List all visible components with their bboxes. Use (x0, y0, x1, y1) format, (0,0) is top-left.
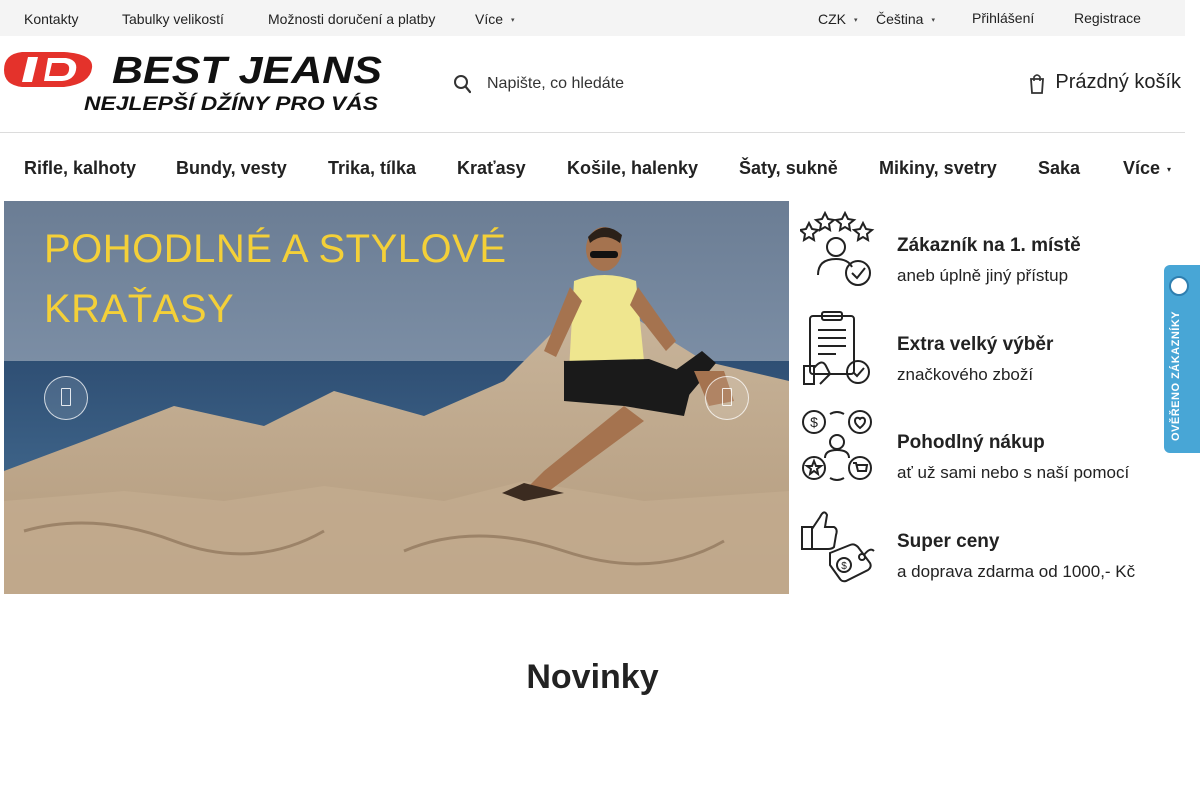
benefit-subtitle: značkového zboží (897, 365, 1034, 384)
benefit-subtitle: a doprava zdarma od 1000,- Kč (897, 562, 1136, 581)
carousel-next-button[interactable] (705, 376, 749, 420)
site-header: BEST JEANS NEJLEPŠÍ DŽÍNY PRO VÁS Napišt… (0, 36, 1185, 133)
verified-by-customers-tab[interactable]: OVĚŘENO ZÁKAZNÍKY (1164, 265, 1200, 453)
topbar-link-delivery-payment[interactable]: Možnosti doručení a platby (268, 11, 435, 27)
search-bar[interactable]: Napište, co hledáte (453, 70, 624, 98)
benefit-title: Pohodlný nákup (897, 432, 1045, 453)
nav-item-shorts[interactable]: Kraťasy (457, 158, 526, 179)
language-selector[interactable]: Čeština ▾ (876, 11, 935, 27)
benefit-title: Extra velký výběr (897, 334, 1054, 355)
shopping-support-icon: $ (802, 410, 872, 481)
chevron-down-icon: ▾ (511, 17, 515, 25)
nav-item-blazers[interactable]: Saka (1038, 158, 1080, 179)
hero-headline-line1: POHODLNÉ A STYLOVÉ (44, 227, 507, 271)
hero-banner[interactable]: POHODLNÉ A STYLOVÉ KRAŤASY (4, 201, 789, 594)
nav-item-jackets[interactable]: Bundy, vesty (176, 158, 287, 179)
chevron-down-icon: ▾ (854, 17, 858, 25)
currency-label: CZK (818, 11, 846, 27)
carousel-prev-button[interactable] (44, 376, 88, 420)
search-icon[interactable] (453, 73, 471, 95)
benefit-super-prices: $ Super ceny a doprava zdarma od 1000,- … (800, 507, 1180, 587)
cart-label: Prázdný košík (1055, 71, 1181, 93)
benefit-wide-selection: Extra velký výběr značkového zboží (800, 310, 1180, 390)
login-link[interactable]: Přihlášení (972, 10, 1034, 26)
top-utility-bar: Kontakty Tabulky velikostí Možnosti doru… (0, 0, 1185, 36)
benefit-customer-first: Zákazník na 1. místě aneb úplně jiný pří… (800, 211, 1180, 291)
benefit-title: Super ceny (897, 531, 1000, 552)
benefit-title: Zákazník na 1. místě (897, 235, 1081, 256)
nav-item-jeans[interactable]: Rifle, kalhoty (24, 158, 136, 179)
svg-text:$: $ (810, 414, 818, 430)
search-input[interactable]: Napište, co hledáte (487, 75, 624, 93)
language-label: Čeština (876, 11, 924, 27)
benefit-subtitle: aneb úplně jiný přístup (897, 266, 1069, 285)
chevron-left-icon (61, 388, 71, 406)
verified-label: OVĚŘENO ZÁKAZNÍKY (1170, 310, 1182, 441)
benefit-subtitle: ať už sami nebo s naší pomocí (897, 463, 1130, 482)
nav-item-more[interactable]: Více ▾ (1123, 158, 1171, 179)
customer-rating-icon (800, 211, 875, 286)
nav-item-dresses[interactable]: Šaty, sukně (739, 158, 838, 179)
cart-icon (1030, 73, 1045, 94)
topbar-more-label: Více (475, 11, 504, 27)
section-title-new-arrivals: Novinky (526, 658, 659, 696)
price-tag-icon: $ (801, 511, 875, 583)
hero-headline-line2: KRAŤASY (44, 287, 235, 331)
chevron-right-icon (722, 388, 732, 406)
main-navigation: Rifle, kalhoty Bundy, vesty Trika, tílka… (0, 134, 1185, 200)
register-link[interactable]: Registrace (1074, 10, 1141, 26)
topbar-link-size-tables[interactable]: Tabulky velikostí (122, 11, 224, 27)
currency-selector[interactable]: CZK ▾ (818, 11, 858, 27)
clipboard-check-icon (803, 311, 870, 385)
svg-text:$: $ (841, 561, 847, 572)
nav-item-tshirts[interactable]: Trika, tílka (328, 158, 416, 179)
logo-brand-text: BEST JEANS (112, 50, 382, 92)
nav-item-shirts[interactable]: Košile, halenky (567, 158, 698, 179)
hero-headline: POHODLNÉ A STYLOVÉ KRAŤASY (44, 219, 507, 339)
verified-badge-icon (1169, 276, 1189, 296)
chevron-down-icon: ▾ (1167, 164, 1172, 174)
cart-button[interactable]: Prázdný košík (1029, 71, 1181, 94)
benefit-comfortable-shopping: $ Pohodlný nákup ať už sami nebo s naší … (800, 408, 1180, 488)
nav-item-sweatshirts[interactable]: Mikiny, svetry (879, 158, 997, 179)
topbar-more-dropdown[interactable]: Více ▾ (475, 11, 515, 27)
best-jeans-logo[interactable]: BEST JEANS NEJLEPŠÍ DŽÍNY PRO VÁS (4, 50, 384, 114)
logo-tagline: NEJLEPŠÍ DŽÍNY PRO VÁS (84, 93, 378, 114)
chevron-down-icon: ▾ (931, 17, 935, 25)
topbar-link-contacts[interactable]: Kontakty (24, 11, 78, 27)
nav-more-label: Více (1123, 158, 1161, 178)
